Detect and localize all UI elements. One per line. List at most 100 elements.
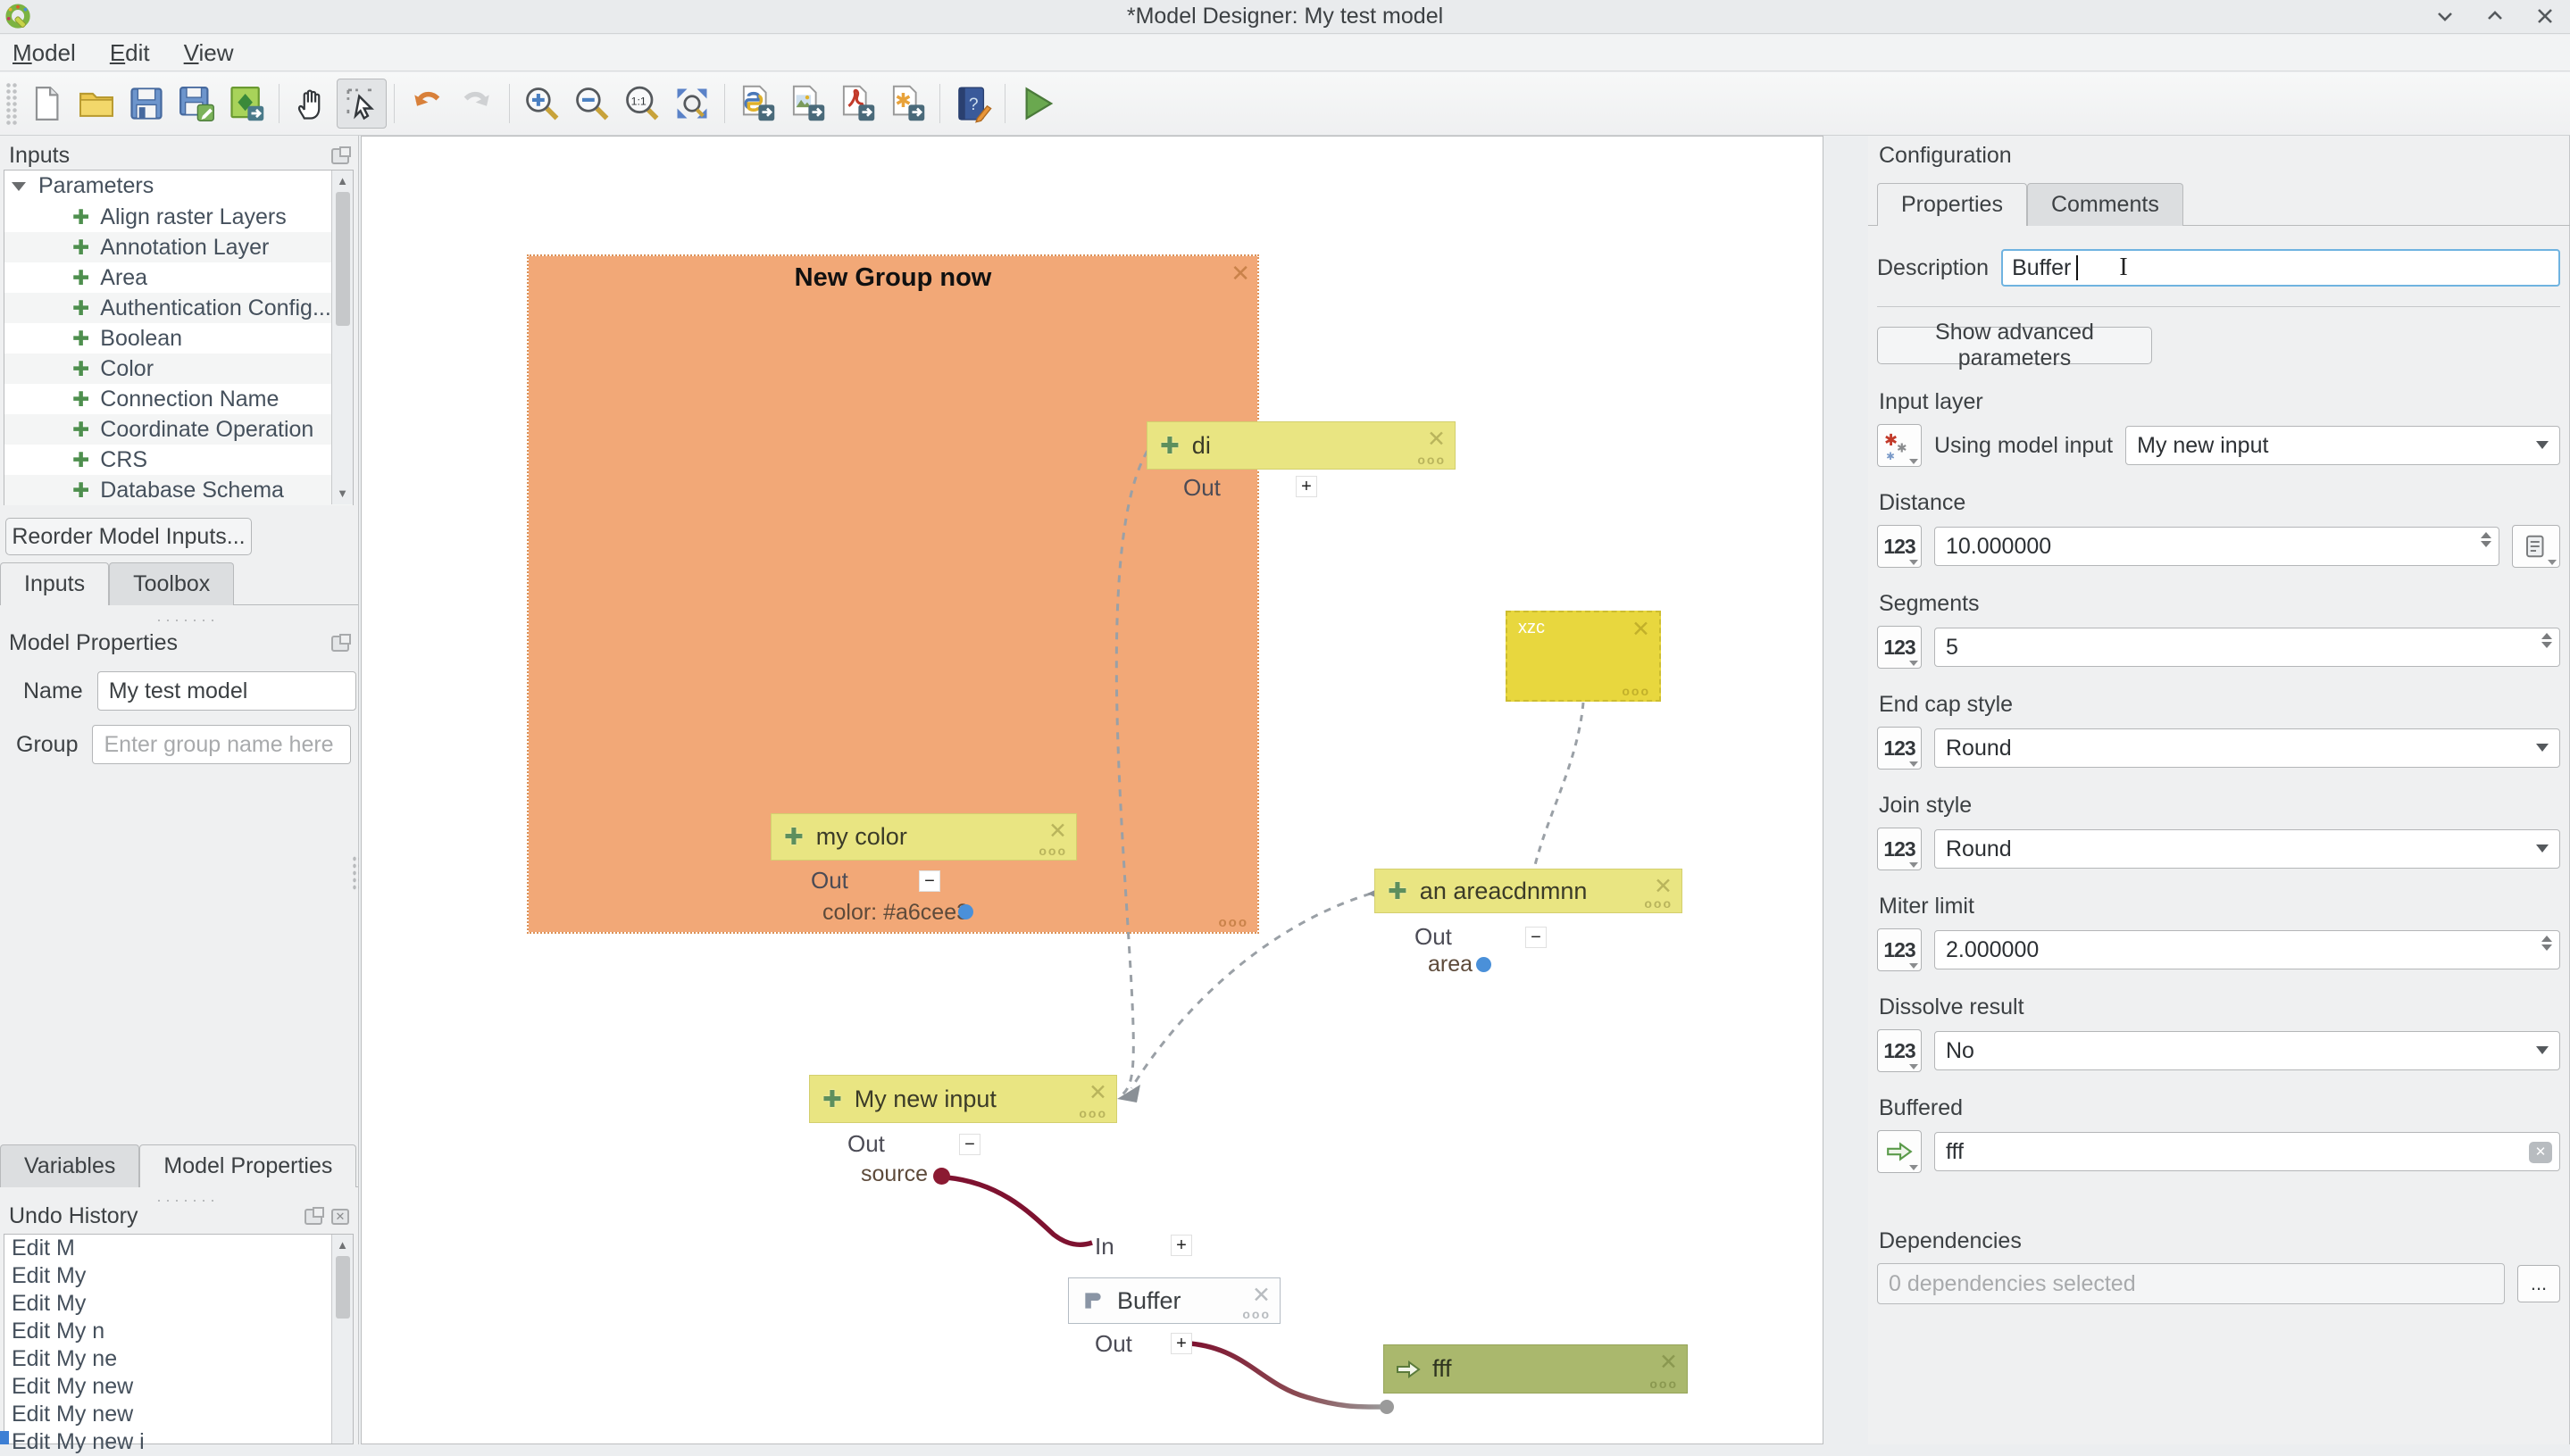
tab-inputs[interactable]: Inputs xyxy=(0,562,109,605)
area-socket-dot[interactable] xyxy=(1476,957,1491,972)
node-my-color[interactable]: ✚ my color ✕ ooo xyxy=(771,813,1077,861)
tree-scrollbar[interactable]: ▲ ▼ xyxy=(331,171,353,504)
dependencies-field[interactable]: 0 dependencies selected xyxy=(1877,1263,2505,1304)
scroll-thumb[interactable] xyxy=(336,1256,350,1319)
spinner-arrows-icon[interactable] xyxy=(2481,532,2491,547)
redo-icon[interactable] xyxy=(452,79,502,129)
dissolve-result-select[interactable]: No xyxy=(1934,1031,2560,1070)
resize-dots-icon[interactable]: ooo xyxy=(1039,844,1067,858)
undo-scrollbar[interactable]: ▲ xyxy=(331,1235,353,1444)
export-as-svg-icon[interactable]: ✱ xyxy=(882,79,932,129)
buffered-output-button[interactable] xyxy=(1877,1130,1922,1173)
parameter-item[interactable]: ✚Area xyxy=(4,262,353,293)
resize-dots-icon[interactable]: ooo xyxy=(1417,453,1446,467)
scroll-up-icon[interactable]: ▲ xyxy=(337,171,348,192)
remove-group-icon[interactable]: ✕ xyxy=(1231,260,1250,287)
zoom-actual-size-icon[interactable]: 1:1 xyxy=(617,79,667,129)
undo-item[interactable]: Edit M xyxy=(4,1235,353,1262)
resize-dots-icon[interactable]: ooo xyxy=(1644,896,1673,911)
my-new-input-collapse-button[interactable]: − xyxy=(959,1134,980,1155)
node-comment-xzc[interactable]: xzc ✕ ooo xyxy=(1506,611,1661,702)
buffered-output-input[interactable]: fff ✕ xyxy=(1934,1132,2560,1171)
scroll-down-icon[interactable]: ▼ xyxy=(337,483,348,504)
zoom-out-icon[interactable] xyxy=(567,79,617,129)
float-panel-icon[interactable] xyxy=(331,636,349,652)
undo-item[interactable]: Edit My xyxy=(4,1262,353,1290)
node-an-areacdnmnn[interactable]: ✚ an areacdnmnn ✕ ooo xyxy=(1374,869,1682,913)
new-model-icon[interactable] xyxy=(21,79,71,129)
remove-node-icon[interactable]: ✕ xyxy=(1048,818,1067,844)
input-layer-select[interactable]: My new input xyxy=(2125,426,2560,465)
join-style-type-button[interactable]: 123 xyxy=(1877,828,1922,870)
undo-item[interactable]: Edit My new xyxy=(4,1373,353,1401)
undo-icon[interactable] xyxy=(402,79,452,129)
open-model-icon[interactable] xyxy=(71,79,121,129)
run-model-icon[interactable] xyxy=(1013,79,1063,129)
miter-limit-spinbox[interactable]: 2.000000 xyxy=(1934,930,2560,969)
parameter-item[interactable]: ✚Connection Name xyxy=(4,384,353,414)
save-model-as-icon[interactable] xyxy=(171,79,221,129)
parameter-item[interactable]: ✚CRS xyxy=(4,445,353,475)
tree-root-parameters[interactable]: Parameters xyxy=(4,171,353,202)
save-model-icon[interactable] xyxy=(121,79,171,129)
model-group-input[interactable] xyxy=(92,725,351,764)
node-buffer[interactable]: Buffer ✕ ooo xyxy=(1068,1277,1281,1324)
data-defined-override-button[interactable] xyxy=(2512,525,2560,568)
maximize-icon[interactable] xyxy=(2482,4,2507,29)
minimize-icon[interactable] xyxy=(2432,4,2457,29)
end-cap-style-select[interactable]: Round xyxy=(1934,728,2560,768)
float-panel-icon[interactable] xyxy=(331,148,349,164)
parameter-item[interactable]: ✚Database Schema xyxy=(4,475,353,505)
menu-view[interactable]: View xyxy=(184,39,234,67)
reorder-model-inputs-button[interactable]: Reorder Model Inputs... xyxy=(5,518,252,555)
end-cap-type-button[interactable]: 123 xyxy=(1877,727,1922,770)
undo-item[interactable]: Edit My new i xyxy=(4,1428,353,1456)
buffer-in-expand-button[interactable]: + xyxy=(1171,1235,1192,1256)
resize-dots-icon[interactable]: ooo xyxy=(1649,1377,1678,1391)
help-icon[interactable]: ? xyxy=(947,79,997,129)
close-icon[interactable] xyxy=(2532,4,2557,29)
toolbar-drag-handle[interactable] xyxy=(5,82,18,125)
distance-type-button[interactable]: 123 xyxy=(1877,525,1922,568)
remove-node-icon[interactable]: ✕ xyxy=(1659,1349,1678,1376)
my-new-input-socket-dot[interactable] xyxy=(933,1168,950,1185)
tab-comments[interactable]: Comments xyxy=(2027,183,2183,226)
input-source-button[interactable]: ✱ ✱ ✱ xyxy=(1877,424,1922,467)
remove-node-icon[interactable]: ✕ xyxy=(1427,426,1446,453)
remove-node-icon[interactable]: ✕ xyxy=(1631,616,1650,643)
description-input[interactable]: Buffer I xyxy=(2001,249,2560,287)
di-expand-button[interactable]: + xyxy=(1296,476,1317,497)
export-as-image-icon[interactable] xyxy=(782,79,832,129)
tab-model-properties[interactable]: Model Properties xyxy=(139,1144,356,1187)
segments-type-button[interactable]: 123 xyxy=(1877,626,1922,669)
tab-toolbox[interactable]: Toolbox xyxy=(109,562,234,605)
node-my-new-input[interactable]: ✚ My new input ✕ ooo xyxy=(809,1075,1117,1123)
buffer-out-expand-button[interactable]: + xyxy=(1171,1333,1192,1354)
parameter-item[interactable]: ✚Align raster Layers xyxy=(4,202,353,232)
menu-edit[interactable]: Edit xyxy=(110,39,150,67)
close-panel-icon[interactable]: ✕ xyxy=(331,1209,349,1225)
select-items-icon[interactable] xyxy=(337,79,387,129)
parameter-item[interactable]: ✚Boolean xyxy=(4,323,353,354)
scroll-thumb[interactable] xyxy=(336,192,350,326)
remove-node-icon[interactable]: ✕ xyxy=(1252,1282,1271,1309)
menu-model[interactable]: Model xyxy=(13,39,76,67)
zoom-in-icon[interactable] xyxy=(517,79,567,129)
undo-item[interactable]: Edit My new xyxy=(4,1401,353,1428)
my-color-collapse-button[interactable]: − xyxy=(919,870,940,892)
dependencies-browse-button[interactable]: ... xyxy=(2517,1265,2560,1302)
panel-splitter-handle[interactable] xyxy=(352,855,359,891)
my-color-socket-dot[interactable] xyxy=(958,904,973,919)
tab-variables[interactable]: Variables xyxy=(0,1144,139,1187)
zoom-full-icon[interactable] xyxy=(667,79,717,129)
area-collapse-button[interactable]: − xyxy=(1525,927,1547,948)
resize-dots-icon[interactable]: ooo xyxy=(1079,1106,1107,1120)
tab-properties[interactable]: Properties xyxy=(1877,183,2027,226)
undo-item[interactable]: Edit My ne xyxy=(4,1345,353,1373)
resize-dots-icon[interactable]: ooo xyxy=(1219,915,1249,930)
export-as-python-icon[interactable] xyxy=(732,79,782,129)
export-as-pdf-icon[interactable] xyxy=(832,79,882,129)
join-style-select[interactable]: Round xyxy=(1934,829,2560,869)
scroll-up-icon[interactable]: ▲ xyxy=(337,1235,348,1256)
resize-dots-icon[interactable]: ooo xyxy=(1622,684,1650,698)
